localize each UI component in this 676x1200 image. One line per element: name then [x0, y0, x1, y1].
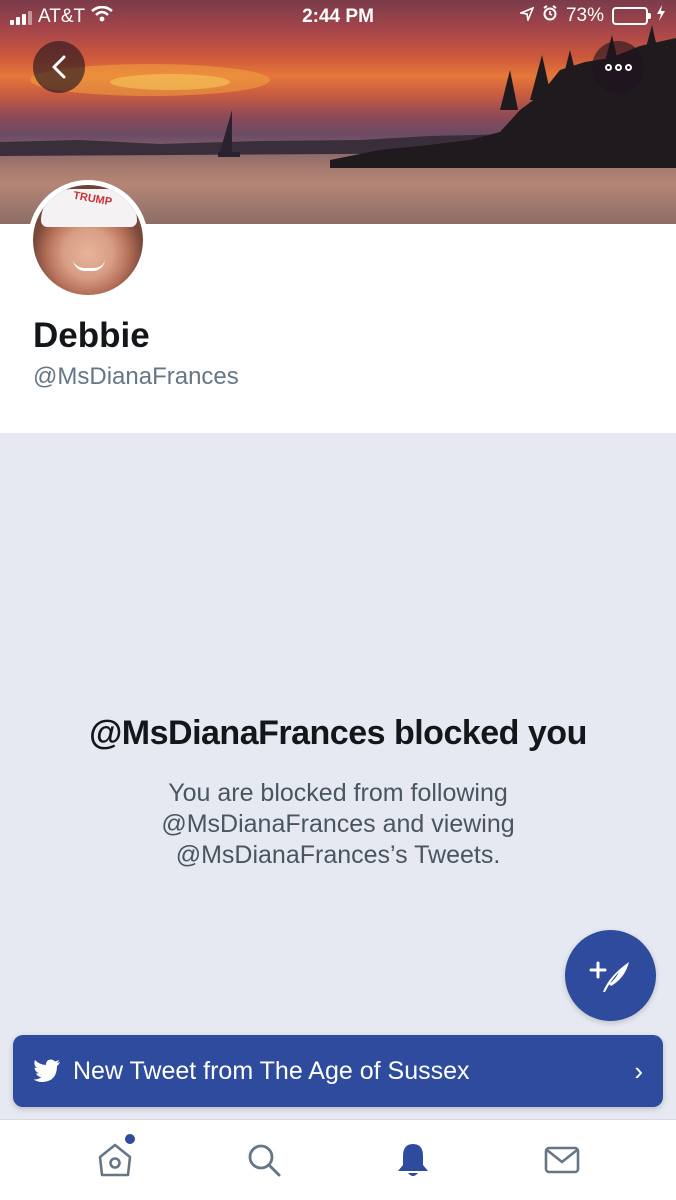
- location-arrow-icon: [518, 5, 535, 27]
- blocked-line-1: You are blocked from following: [168, 779, 508, 807]
- tab-notifications[interactable]: [383, 1130, 443, 1190]
- bottom-tab-bar: [0, 1119, 676, 1200]
- new-tweet-toast[interactable]: New Tweet from The Age of Sussex ›: [13, 1035, 663, 1107]
- compose-tweet-button[interactable]: [565, 930, 656, 1021]
- mail-icon: [544, 1146, 579, 1174]
- avatar-photo: TRUMP: [33, 185, 143, 295]
- status-bar-right: 73%: [518, 5, 666, 27]
- tab-home[interactable]: [85, 1130, 145, 1190]
- tab-search[interactable]: [234, 1130, 294, 1190]
- profile-display-name: Debbie: [33, 316, 150, 355]
- search-icon: [248, 1144, 280, 1177]
- blocked-title: @MsDianaFrances blocked you: [89, 714, 587, 752]
- avatar-smile: [73, 259, 105, 271]
- back-button[interactable]: [33, 41, 85, 93]
- blocked-line-3: @MsDianaFrances’s Tweets.: [175, 841, 501, 869]
- blocked-description: You are blocked from following @MsDianaF…: [118, 778, 558, 871]
- battery-percent: 73%: [565, 5, 604, 26]
- bell-icon: [397, 1144, 428, 1176]
- tab-messages[interactable]: [532, 1130, 592, 1190]
- status-bar: AT&T 2:44 PM 73%: [0, 0, 676, 34]
- battery-icon: [612, 7, 651, 25]
- profile-handle: @MsDianaFrances: [33, 363, 239, 390]
- twitter-bird-icon: [33, 1059, 60, 1083]
- compose-tweet-icon: [589, 961, 629, 992]
- home-icon: [98, 1143, 131, 1177]
- home-notification-dot: [124, 1134, 135, 1144]
- toast-text: New Tweet from The Age of Sussex: [73, 1056, 470, 1085]
- charging-bolt-icon: [656, 5, 666, 27]
- chevron-right-icon: ›: [634, 1055, 643, 1086]
- more-dots-icon: [604, 63, 632, 71]
- blocked-line-2: @MsDianaFrances and viewing: [161, 810, 515, 838]
- alarm-clock-icon: [542, 5, 558, 27]
- more-options-button[interactable]: [592, 41, 644, 93]
- avatar[interactable]: TRUMP: [28, 180, 148, 300]
- chevron-left-icon: [52, 55, 66, 79]
